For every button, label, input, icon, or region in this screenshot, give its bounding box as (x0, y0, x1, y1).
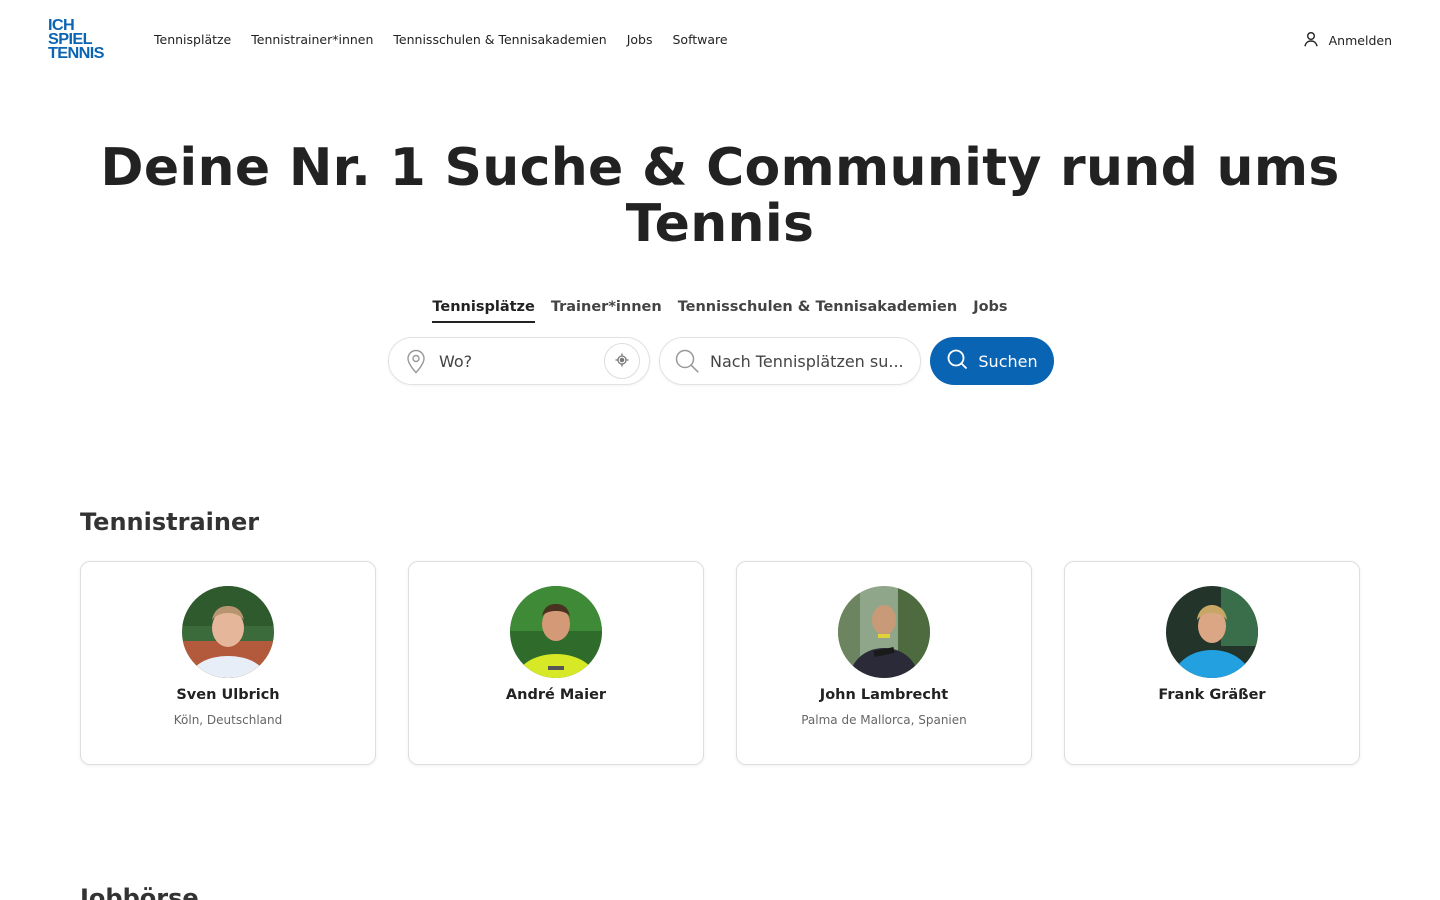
nav-item-tennistrainer[interactable]: Tennistrainer*innen (251, 31, 373, 49)
site-logo[interactable]: ICH SPIEL TENNIS (48, 18, 114, 63)
locate-button[interactable] (604, 343, 640, 379)
nav-item-tennisschulen[interactable]: Tennisschulen & Tennisakademien (393, 31, 606, 49)
title-line-2: Tennis (625, 194, 815, 254)
what-field (659, 337, 921, 385)
search-bar: Suchen (388, 337, 1054, 385)
trainer-card[interactable]: Sven Ulbrich Köln, Deutschland (80, 561, 376, 765)
avatar (510, 586, 602, 678)
search-tabs: Tennisplätze Trainer*innen Tennisschulen… (0, 299, 1440, 323)
title-line-1: Deine Nr. 1 Suche & Community rund ums (100, 138, 1340, 198)
trainer-name: André Maier (505, 687, 607, 703)
trainer-name: Sven Ulbrich (176, 687, 280, 703)
logo-line: TENNIS (48, 45, 105, 62)
nav-item-jobs[interactable]: Jobs (627, 31, 653, 49)
where-input[interactable] (439, 351, 589, 371)
trainer-location: Köln, Deutschland (173, 713, 283, 727)
where-field (388, 337, 650, 385)
search-icon (674, 348, 700, 374)
main-nav: Tennisplätze Tennistrainer*innen Tenniss… (154, 31, 728, 49)
search-button[interactable]: Suchen (930, 337, 1054, 385)
nav-item-tennisplaetze[interactable]: Tennisplätze (154, 31, 231, 49)
tab-trainer[interactable]: Trainer*innen (551, 299, 662, 323)
trainer-card[interactable]: Frank Gräßer (1064, 561, 1360, 765)
tab-tennisschulen[interactable]: Tennisschulen & Tennisakademien (678, 299, 958, 323)
search-icon (946, 348, 968, 374)
trainers-section-title: Tennistrainer (80, 508, 260, 536)
map-pin-icon (403, 348, 429, 374)
user-icon (1303, 31, 1319, 50)
trainer-card[interactable]: André Maier (408, 561, 704, 765)
trainer-location: Palma de Mallorca, Spanien (801, 713, 967, 727)
trainer-name: Frank Gräßer (1158, 687, 1266, 703)
trainer-name: John Lambrecht (819, 687, 949, 703)
avatar (182, 586, 274, 678)
site-header: ICH SPIEL TENNIS Tennisplätze Tennistrai… (0, 0, 1440, 80)
login-button[interactable]: Anmelden (1303, 31, 1392, 50)
tab-tennisplaetze[interactable]: Tennisplätze (432, 299, 535, 323)
login-label: Anmelden (1328, 33, 1392, 48)
search-button-label: Suchen (978, 351, 1038, 371)
trainer-card[interactable]: John Lambrecht Palma de Mallorca, Spanie… (736, 561, 1032, 765)
avatar (838, 586, 930, 678)
jobs-section-title: Jobbörse (80, 884, 199, 900)
nav-item-software[interactable]: Software (673, 31, 728, 49)
what-input[interactable] (710, 351, 910, 371)
avatar (1166, 586, 1258, 678)
trainer-list: Sven Ulbrich Köln, Deutschland André Mai… (80, 561, 1360, 765)
page-title: Deine Nr. 1 Suche & Community rund ums T… (0, 140, 1440, 252)
crosshair-icon (615, 352, 629, 371)
tab-jobs[interactable]: Jobs (973, 299, 1007, 323)
